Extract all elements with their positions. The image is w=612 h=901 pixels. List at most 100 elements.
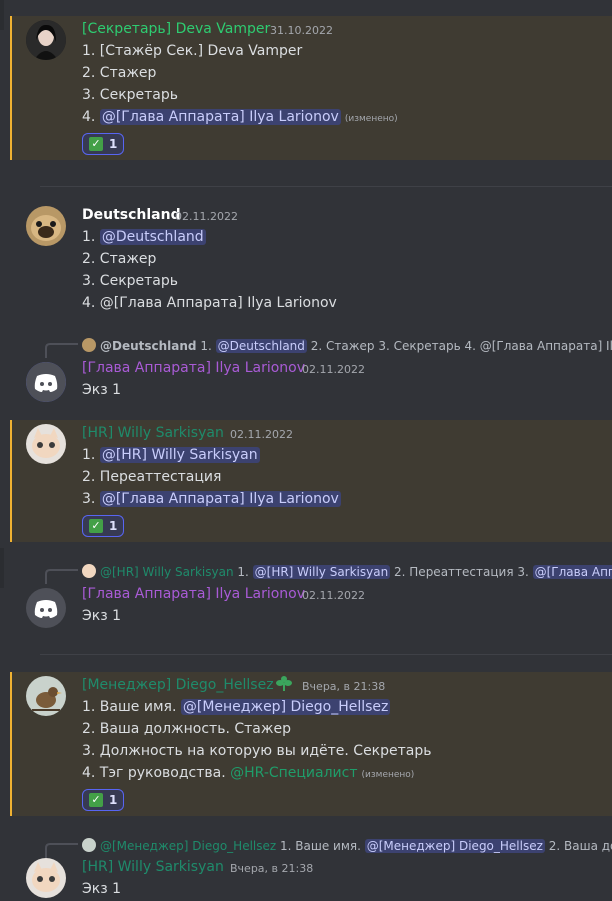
avatar-pug-image xyxy=(26,206,66,246)
user-mention[interactable]: @[Глава Аппарата] Ilya Larionov xyxy=(99,491,341,507)
reaction-checkmark[interactable]: ✓ 1 xyxy=(82,789,125,811)
message-line: 4. Тэг руководства. @HR-Специалист (измен… xyxy=(82,765,414,781)
avatar[interactable] xyxy=(26,424,66,464)
reaction-count: 1 xyxy=(109,137,118,151)
edited-label: (изменено) xyxy=(344,114,398,124)
user-mention[interactable]: @[HR] Willy Sarkisyan xyxy=(99,447,260,463)
scroll-gap xyxy=(0,548,4,588)
author-name[interactable]: [Секретарь] Deva Vamper xyxy=(82,21,270,37)
message-line: Экз 1 xyxy=(82,881,122,897)
message-line: 3. @[Глава Аппарата] Ilya Larionov xyxy=(82,491,341,507)
timestamp: Вчера, в 21:38 xyxy=(302,680,386,693)
message-line: 2. Ваша должность. Стажер xyxy=(82,721,291,737)
reply-text: 2. Стажер 3. Секретарь 4. @[Глава Аппара… xyxy=(306,339,612,353)
avatar[interactable] xyxy=(26,206,66,246)
line-prefix: 4. Тэг руководства. xyxy=(82,765,231,781)
reply-text: 2. Ваша до xyxy=(544,839,612,853)
message-willy-sarkisyan[interactable]: [HR] Willy Sarkisyan 02.11.2022 1. @[HR]… xyxy=(10,420,612,542)
message-line: 2. Стажер xyxy=(82,65,157,81)
divider xyxy=(40,654,612,655)
message-deutschland[interactable]: Deutschland 02.11.2022 1. @Deutschland 2… xyxy=(10,204,612,320)
sprout-icon xyxy=(274,675,294,697)
edited-label: (изменено) xyxy=(361,770,415,780)
timestamp: Вчера, в 21:38 xyxy=(230,862,314,875)
divider xyxy=(40,186,612,187)
line-prefix: 3. xyxy=(82,491,100,507)
user-mention[interactable]: @Deutschland xyxy=(99,229,206,245)
checkmark-icon: ✓ xyxy=(89,519,103,533)
message-reply-willy[interactable]: @[Менеджер] Diego_Hellsez 1. Ваше имя. @… xyxy=(10,834,612,901)
timestamp: 02.11.2022 xyxy=(230,428,293,441)
avatar[interactable] xyxy=(26,676,66,716)
reply-text: 1. xyxy=(233,565,253,579)
avatar-bird-image xyxy=(26,676,66,716)
discord-icon xyxy=(26,362,66,402)
user-mention[interactable]: @Deutschland xyxy=(215,339,307,353)
reply-author[interactable]: @Deutschland xyxy=(100,339,197,353)
author-name[interactable]: [Глава Аппарата] Ilya Larionov xyxy=(82,360,305,376)
timestamp: 31.10.2022 xyxy=(270,24,333,37)
reply-connector xyxy=(45,569,78,584)
message-line: Экз 1 xyxy=(82,382,122,398)
message-line: 4. @[Глава Аппарата] Ilya Larionov xyxy=(82,295,337,311)
reply-text: 2. Переаттестация 3. xyxy=(390,565,533,579)
author-name[interactable]: [HR] Willy Sarkisyan xyxy=(82,425,224,441)
message-deva-vamper[interactable]: [Секретарь] Deva Vamper 31.10.2022 1. [С… xyxy=(10,16,612,160)
user-mention[interactable]: @[Глава Аппа xyxy=(532,565,612,579)
reply-avatar xyxy=(82,564,96,578)
avatar[interactable] xyxy=(26,20,66,60)
line-prefix: 1. Ваше имя. xyxy=(82,699,181,715)
message-line: 3. Должность на которую вы идёте. Секрет… xyxy=(82,743,432,759)
message-reply-ilya[interactable]: @Deutschland 1. @Deutschland 2. Стажер 3… xyxy=(10,334,612,406)
line-prefix: 4. xyxy=(82,109,100,125)
user-mention[interactable]: @[Менеджер] Diego_Hellsez xyxy=(364,839,545,853)
message-line: 2. Стажер xyxy=(82,251,157,267)
message-line: 1. @Deutschland xyxy=(82,229,206,245)
reply-preview[interactable]: @[HR] Willy Sarkisyan 1. @[HR] Willy Sar… xyxy=(82,564,612,579)
reply-author[interactable]: @[Менеджер] Diego_Hellsez xyxy=(100,839,276,853)
reply-connector xyxy=(45,343,78,358)
timestamp: 02.11.2022 xyxy=(302,589,365,602)
message-line: 3. Секретарь xyxy=(82,87,179,103)
reply-preview[interactable]: @Deutschland 1. @Deutschland 2. Стажер 3… xyxy=(82,338,612,353)
avatar-kitten-image xyxy=(26,424,66,464)
message-line: 3. Секретарь xyxy=(82,273,179,289)
message-line: 2. Переаттестация xyxy=(82,469,222,485)
avatar[interactable] xyxy=(26,362,66,402)
chat-messages: [Секретарь] Deva Vamper 31.10.2022 1. [С… xyxy=(0,0,612,901)
user-mention[interactable]: @[Глава Аппарата] Ilya Larionov xyxy=(99,109,341,125)
checkmark-icon: ✓ xyxy=(89,793,103,807)
message-reply-ilya-2[interactable]: @[HR] Willy Sarkisyan 1. @[HR] Willy Sar… xyxy=(10,560,612,632)
role-mention[interactable]: @HR-Специалист xyxy=(230,765,357,781)
timestamp: 02.11.2022 xyxy=(175,210,238,223)
reply-text: 1. xyxy=(196,339,216,353)
avatar[interactable] xyxy=(26,588,66,628)
line-prefix: 1. xyxy=(82,229,100,245)
line-prefix: 1. xyxy=(82,447,100,463)
reaction-count: 1 xyxy=(109,519,118,533)
avatar-kitten-image xyxy=(26,858,66,898)
message-line: 4. @[Глава Аппарата] Ilya Larionov (измен… xyxy=(82,109,398,125)
reply-avatar xyxy=(82,838,96,852)
message-line: 1. Ваше имя. @[Менеджер] Diego_Hellsez xyxy=(82,699,391,715)
checkmark-icon: ✓ xyxy=(89,137,103,151)
message-diego-hellsez[interactable]: [Менеджер] Diego_Hellsez Вчера, в 21:38 … xyxy=(10,672,612,816)
reaction-checkmark[interactable]: ✓ 1 xyxy=(82,133,125,155)
reply-text: 1. Ваше имя. xyxy=(276,839,365,853)
reply-preview[interactable]: @[Менеджер] Diego_Hellsez 1. Ваше имя. @… xyxy=(82,838,612,853)
user-mention[interactable]: @[HR] Willy Sarkisyan xyxy=(252,565,391,579)
author-name[interactable]: [HR] Willy Sarkisyan xyxy=(82,859,224,875)
author-name[interactable]: [Глава Аппарата] Ilya Larionov xyxy=(82,586,305,602)
author-name[interactable]: [Менеджер] Diego_Hellsez xyxy=(82,677,274,693)
timestamp: 02.11.2022 xyxy=(302,363,365,376)
reply-author[interactable]: @[HR] Willy Sarkisyan xyxy=(100,565,234,579)
reply-avatar xyxy=(82,338,96,352)
reaction-checkmark[interactable]: ✓ 1 xyxy=(82,515,125,537)
message-line: Экз 1 xyxy=(82,608,122,624)
message-line: 1. @[HR] Willy Sarkisyan xyxy=(82,447,260,463)
author-name[interactable]: Deutschland xyxy=(82,207,181,223)
user-mention[interactable]: @[Менеджер] Diego_Hellsez xyxy=(180,699,391,715)
avatar[interactable] xyxy=(26,858,66,898)
discord-icon xyxy=(26,588,66,628)
scroll-gap xyxy=(0,0,4,30)
